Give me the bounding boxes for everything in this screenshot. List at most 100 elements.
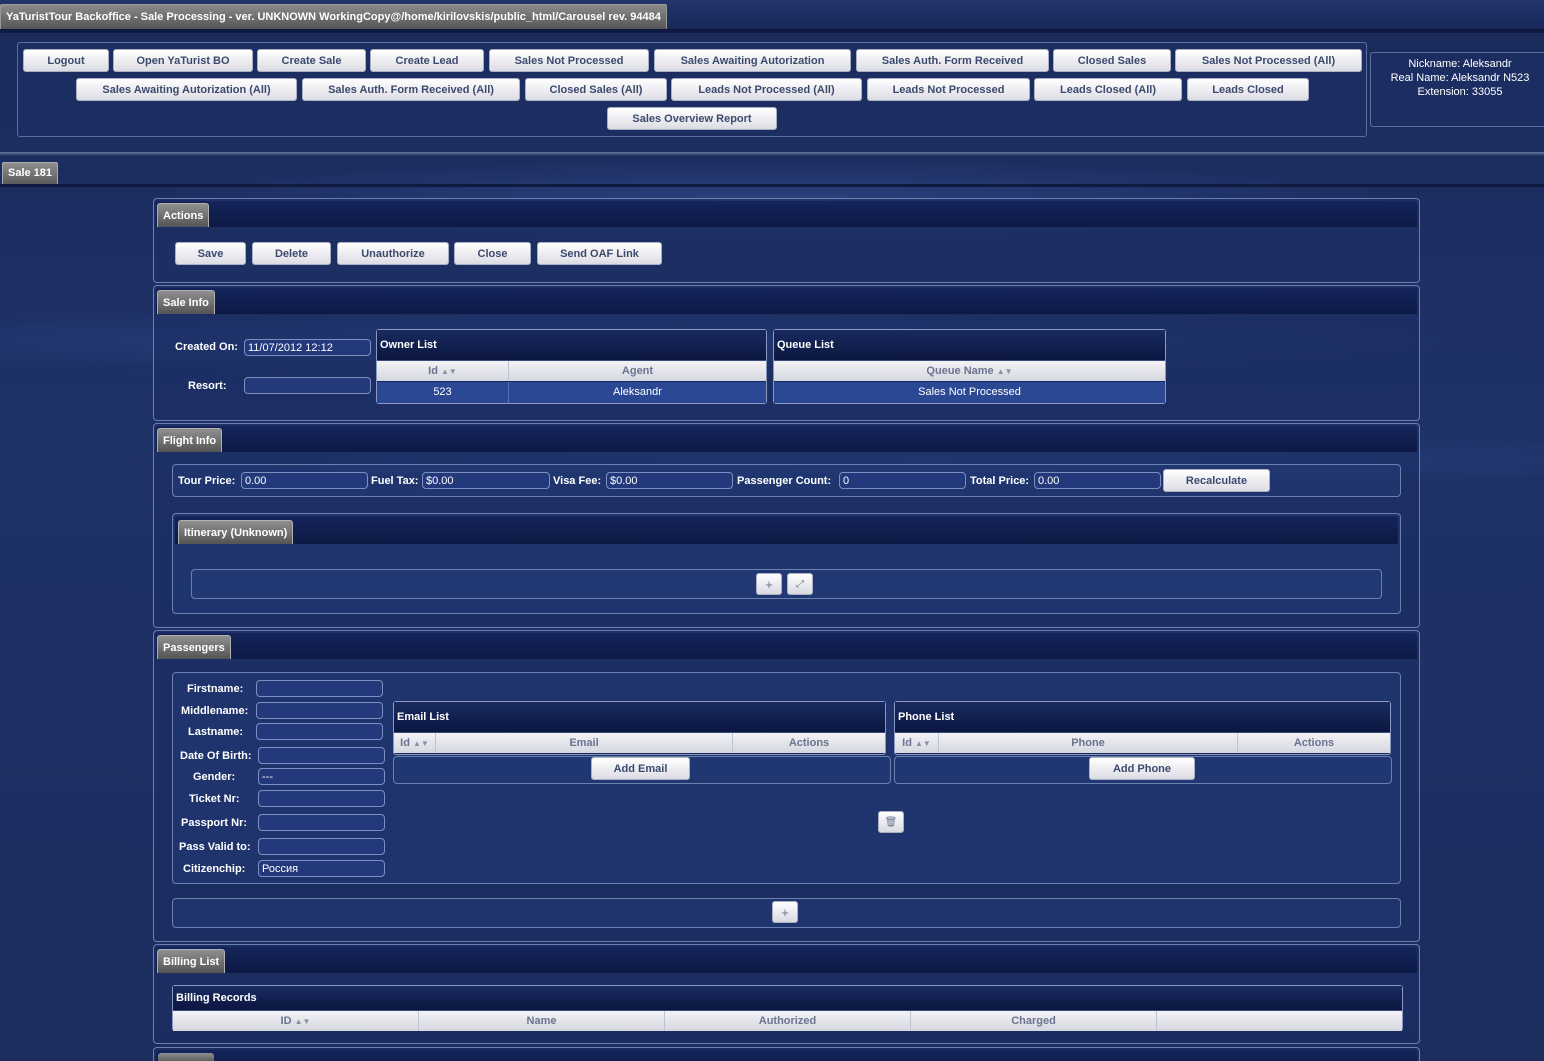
column-header-agent[interactable]: Agent — [509, 361, 766, 381]
section-header — [156, 1050, 1417, 1061]
sales-auth-form-received-button[interactable]: Sales Auth. Form Received — [856, 49, 1049, 72]
ticket-nr-field[interactable] — [258, 790, 385, 807]
column-header-queue-name[interactable]: Queue Name ▲▼ — [774, 361, 1165, 381]
open-external-icon[interactable]: ⤢ — [787, 573, 813, 595]
column-header-charged[interactable]: Charged — [911, 1011, 1157, 1031]
sales-awaiting-autorization-button[interactable]: Sales Awaiting Autorization — [654, 49, 851, 72]
passenger-count-field[interactable] — [839, 472, 966, 489]
passport-nr-label: Passport Nr: — [181, 817, 248, 829]
leads-not-processed-button[interactable]: Leads Not Processed — [867, 78, 1030, 101]
firstname-field[interactable] — [256, 680, 383, 697]
grid-title: Email List — [394, 702, 885, 733]
column-header-id[interactable]: ID ▲▼ — [173, 1011, 419, 1031]
date-of-birth-label: Date Of Birth: — [180, 750, 252, 762]
user-info-panel: Nickname: Aleksandr Real Name: Aleksandr… — [1370, 52, 1544, 127]
grid-title: Billing Records — [173, 986, 1402, 1011]
column-header-phone[interactable]: Phone — [939, 733, 1238, 753]
add-icon[interactable]: + — [756, 573, 782, 595]
add-phone-button[interactable]: Add Phone — [1089, 757, 1195, 780]
recalculate-button[interactable]: Recalculate — [1163, 469, 1270, 492]
unauthorize-button[interactable]: Unauthorize — [337, 242, 449, 265]
column-header-name[interactable]: Name — [419, 1011, 665, 1031]
open-yaturist-bo-button[interactable]: Open YaTurist BO — [113, 49, 253, 72]
sales-not-processed-all-button[interactable]: Sales Not Processed (All) — [1175, 49, 1362, 72]
total-price-label: Total Price: — [970, 475, 1030, 487]
section-title: Actions — [157, 203, 210, 227]
user-nickname: Nickname: Aleksandr — [1408, 58, 1512, 70]
sales-auth-form-received-all-button[interactable]: Sales Auth. Form Received (All) — [302, 78, 520, 101]
gender-select[interactable] — [258, 768, 385, 785]
send-oaf-link-button[interactable]: Send OAF Link — [537, 242, 662, 265]
leads-closed-button[interactable]: Leads Closed — [1187, 78, 1309, 101]
add-passenger-icon[interactable]: + — [772, 901, 798, 923]
grid-header: ID ▲▼ Name Authorized Charged — [173, 1011, 1402, 1031]
email-list-grid: Email List Id ▲▼ Email Actions — [393, 701, 886, 755]
tour-price-field[interactable] — [241, 472, 368, 489]
user-realname: Real Name: Aleksandr N523 — [1390, 72, 1530, 84]
create-sale-button[interactable]: Create Sale — [257, 49, 366, 72]
firstname-label: Firstname: — [187, 683, 244, 695]
column-header-actions: Actions — [788, 737, 830, 749]
create-lead-button[interactable]: Create Lead — [370, 49, 484, 72]
cell-queue-name: Sales Not Processed — [918, 386, 1021, 398]
passenger-count-label: Passenger Count: — [737, 475, 832, 487]
save-button[interactable]: Save — [175, 242, 246, 265]
leads-closed-all-button[interactable]: Leads Closed (All) — [1034, 78, 1182, 101]
actions-section: Actions — [153, 198, 1420, 283]
date-of-birth-field[interactable] — [258, 747, 385, 764]
logout-button[interactable]: Logout — [23, 49, 109, 72]
ticket-nr-label: Ticket Nr: — [189, 793, 240, 805]
billing-records-grid: Billing Records ID ▲▼ Name Authorized Ch… — [172, 985, 1403, 1031]
pass-valid-to-field[interactable] — [258, 838, 385, 855]
trash-icon[interactable]: 🗑 — [878, 811, 904, 833]
created-on-field[interactable] — [244, 339, 371, 356]
section-header — [156, 288, 1417, 314]
section-header — [156, 426, 1417, 452]
divider — [0, 30, 1544, 33]
section-title: Sale Info — [157, 290, 215, 314]
closed-sales-all-button[interactable]: Closed Sales (All) — [525, 78, 667, 101]
citizenship-field[interactable] — [258, 860, 385, 877]
pass-valid-to-label: Pass Valid to: — [179, 841, 251, 853]
next-section — [153, 1047, 1420, 1061]
leads-not-processed-all-button[interactable]: Leads Not Processed (All) — [671, 78, 862, 101]
resort-field[interactable] — [244, 377, 371, 394]
divider — [0, 152, 1544, 156]
fuel-tax-field[interactable] — [422, 472, 550, 489]
window-title: YaTuristTour Backoffice - Sale Processin… — [0, 4, 667, 29]
column-header-id[interactable]: Id ▲▼ — [394, 733, 436, 753]
grid-header: Id ▲▼ Agent — [377, 361, 766, 381]
middlename-field[interactable] — [256, 702, 383, 719]
closed-sales-button[interactable]: Closed Sales — [1053, 49, 1171, 72]
column-header-empty — [1157, 1011, 1402, 1031]
passport-nr-field[interactable] — [258, 814, 385, 831]
column-header-actions: Actions — [1293, 737, 1335, 749]
table-row[interactable]: Sales Not Processed — [774, 382, 1165, 403]
sales-overview-report-button[interactable]: Sales Overview Report — [607, 107, 777, 130]
section-header — [156, 947, 1417, 973]
section-header — [175, 516, 1398, 544]
grid-header: Id ▲▼ Phone Actions — [895, 733, 1390, 753]
grid-header: Id ▲▼ Email Actions — [394, 733, 885, 753]
column-header-id[interactable]: Id ▲▼ — [895, 733, 939, 753]
section-header — [156, 633, 1417, 659]
close-button[interactable]: Close — [454, 242, 531, 265]
user-extension: Extension: 33055 — [1417, 86, 1503, 98]
column-header-authorized[interactable]: Authorized — [665, 1011, 911, 1031]
cell-agent: Aleksandr — [613, 386, 662, 398]
gender-label: Gender: — [193, 771, 236, 783]
visa-fee-field[interactable] — [606, 472, 733, 489]
sales-awaiting-autorization-all-button[interactable]: Sales Awaiting Autorization (All) — [76, 78, 297, 101]
tab-sale[interactable]: Sale 181 — [2, 162, 59, 184]
table-row[interactable]: 523 Aleksandr — [377, 382, 766, 403]
add-email-button[interactable]: Add Email — [591, 757, 690, 780]
column-header-id[interactable]: Id ▲▼ — [377, 361, 509, 381]
lastname-field[interactable] — [256, 723, 383, 740]
sales-not-processed-button[interactable]: Sales Not Processed — [489, 49, 649, 72]
column-header-email[interactable]: Email — [436, 733, 733, 753]
total-price-field[interactable] — [1034, 472, 1161, 489]
cell-id: 523 — [377, 382, 509, 403]
grid-title: Phone List — [895, 702, 1390, 733]
delete-button[interactable]: Delete — [252, 242, 331, 265]
created-on-label: Created On: — [175, 341, 238, 353]
